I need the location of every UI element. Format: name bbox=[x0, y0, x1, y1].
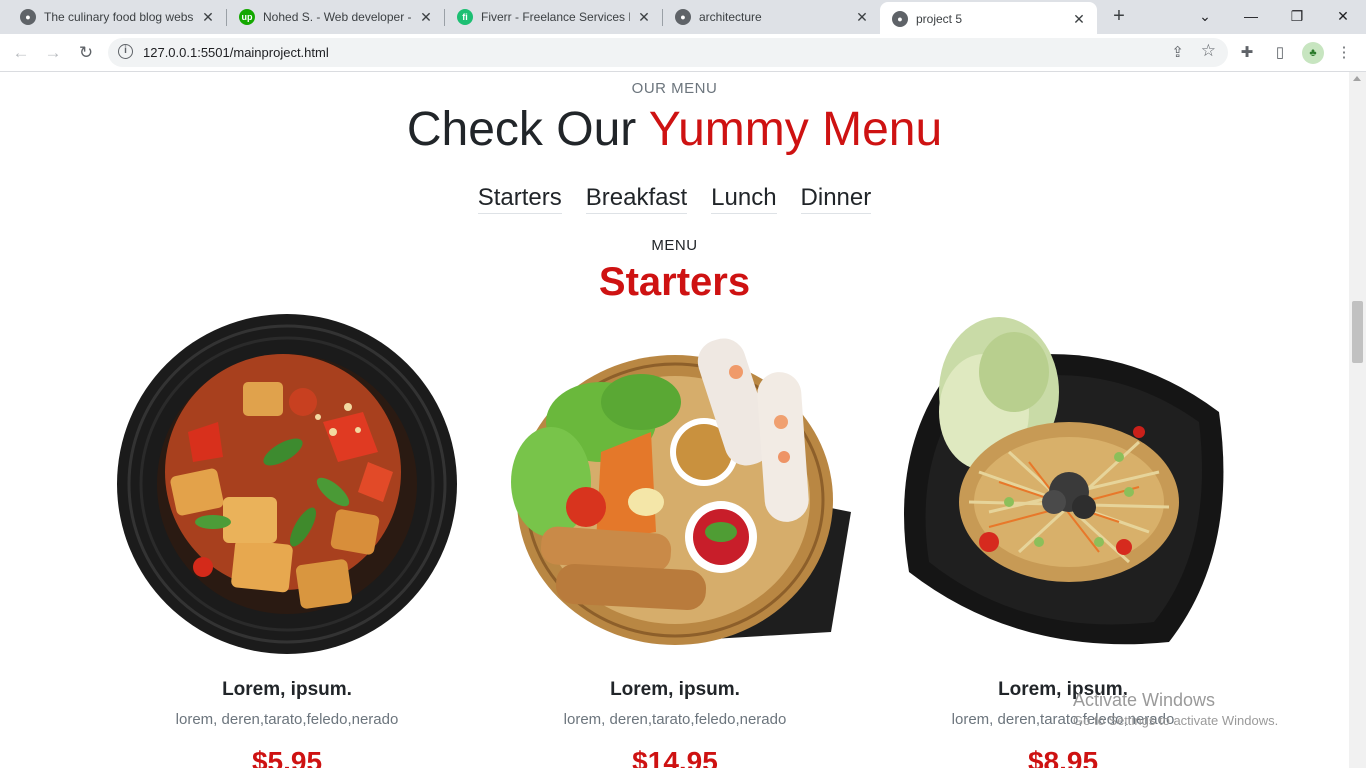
close-icon[interactable]: ✕ bbox=[200, 9, 216, 26]
back-icon[interactable]: ← bbox=[9, 41, 33, 65]
extensions-icon[interactable]: ✚ bbox=[1237, 43, 1257, 63]
new-tab-button[interactable]: + bbox=[1108, 5, 1130, 27]
item-description: lorem, deren,tarato,feledo,nerado bbox=[563, 711, 787, 728]
browser-tab[interactable]: ● The culinary food blog websi ✕ bbox=[0, 0, 226, 34]
item-description: lorem, deren,tarato,feledo,nerado bbox=[175, 711, 399, 728]
profile-avatar[interactable]: ♣ bbox=[1302, 42, 1324, 64]
side-panel-icon[interactable]: ▯ bbox=[1270, 43, 1290, 63]
item-price: $14.95 bbox=[632, 746, 718, 768]
fried-tofu-bowl-image[interactable] bbox=[93, 312, 481, 657]
heading-plain: Check Our bbox=[406, 103, 637, 156]
item-name: Lorem, ipsum. bbox=[222, 679, 352, 700]
tab-title: project 5 bbox=[916, 12, 963, 26]
restore-icon[interactable]: ❐ bbox=[1286, 5, 1308, 27]
browser-tab[interactable]: up Nohed S. - Web developer - U ✕ bbox=[227, 0, 444, 34]
tab-breakfast[interactable]: Breakfast bbox=[585, 184, 688, 214]
heading-accent: Yummy Menu bbox=[648, 103, 943, 156]
close-icon[interactable]: ✕ bbox=[418, 9, 434, 26]
vertical-scrollbar[interactable] bbox=[1349, 72, 1366, 768]
bookmark-star-icon[interactable]: ☆ bbox=[1201, 41, 1216, 61]
tab-title: Fiverr - Freelance Services Ma bbox=[481, 10, 630, 24]
category-title: Starters bbox=[598, 260, 751, 304]
menu-item: Lorem, ipsum. lorem, deren,tarato,feledo… bbox=[481, 312, 869, 768]
globe-icon: ● bbox=[892, 11, 908, 27]
tab-title: architecture bbox=[699, 10, 762, 24]
tab-dinner[interactable]: Dinner bbox=[800, 184, 872, 214]
close-icon[interactable]: ✕ bbox=[1071, 11, 1087, 28]
globe-icon: ● bbox=[20, 9, 36, 25]
watermark-line-2: Go to Settings to activate Windows. bbox=[1073, 713, 1279, 728]
spring-rolls-basket-image[interactable] bbox=[481, 312, 869, 657]
item-price: $5.95 bbox=[251, 746, 323, 768]
menu-item: Lorem, ipsum. lorem, deren,tarato,feledo… bbox=[93, 312, 481, 768]
address-bar[interactable]: i 127.0.0.1:5501/mainproject.html ⇪ ☆ bbox=[108, 38, 1228, 67]
info-icon[interactable]: i bbox=[118, 44, 133, 59]
tab-starters[interactable]: Starters bbox=[477, 184, 562, 214]
browser-tab-strip: ● The culinary food blog websi ✕ up Nohe… bbox=[0, 0, 1366, 36]
close-window-icon[interactable]: ✕ bbox=[1332, 5, 1354, 27]
item-price: $8.95 bbox=[1027, 746, 1099, 768]
scroll-up-arrow-icon[interactable] bbox=[1353, 76, 1361, 81]
reload-icon[interactable]: ↻ bbox=[74, 41, 98, 65]
tab-title: Nohed S. - Web developer - U bbox=[263, 10, 412, 24]
page-viewport: OUR MENU Check Our Yummy Menu Starters B… bbox=[0, 72, 1349, 768]
tab-lunch[interactable]: Lunch bbox=[711, 184, 777, 214]
item-name: Lorem, ipsum. bbox=[610, 679, 740, 700]
section-eyebrow: OUR MENU bbox=[631, 80, 718, 97]
close-icon[interactable]: ✕ bbox=[854, 9, 870, 26]
windows-activation-watermark: Activate Windows Go to Settings to activ… bbox=[1073, 690, 1278, 728]
fiverr-icon: fi bbox=[457, 9, 473, 25]
watermark-line-1: Activate Windows bbox=[1073, 690, 1216, 710]
browser-tab-active[interactable]: ● project 5 ✕ bbox=[880, 2, 1097, 36]
papaya-salad-plate-image[interactable] bbox=[869, 312, 1257, 657]
menu-kebab-icon[interactable]: ⋮ bbox=[1334, 43, 1354, 63]
url-text[interactable]: 127.0.0.1:5501/mainproject.html bbox=[143, 45, 329, 60]
globe-icon: ● bbox=[675, 9, 691, 25]
tab-search-icon[interactable]: ⌄ bbox=[1194, 5, 1216, 27]
browser-tab[interactable]: fi Fiverr - Freelance Services Ma ✕ bbox=[445, 0, 662, 34]
minimize-icon[interactable]: — bbox=[1240, 5, 1262, 27]
upwork-icon: up bbox=[239, 9, 255, 25]
close-icon[interactable]: ✕ bbox=[636, 9, 652, 26]
menu-label: MENU bbox=[651, 237, 698, 254]
page-title: Check Our Yummy Menu bbox=[0, 102, 1349, 157]
scrollbar-thumb[interactable] bbox=[1352, 301, 1363, 363]
forward-icon[interactable]: → bbox=[41, 41, 65, 65]
menu-tabs: Starters Breakfast Lunch Dinner bbox=[0, 184, 1349, 214]
browser-tab[interactable]: ● architecture ✕ bbox=[663, 0, 880, 34]
browser-toolbar: ← → ↻ i 127.0.0.1:5501/mainproject.html … bbox=[0, 34, 1366, 72]
share-icon[interactable]: ⇪ bbox=[1171, 43, 1184, 61]
tab-title: The culinary food blog websi bbox=[44, 10, 194, 24]
